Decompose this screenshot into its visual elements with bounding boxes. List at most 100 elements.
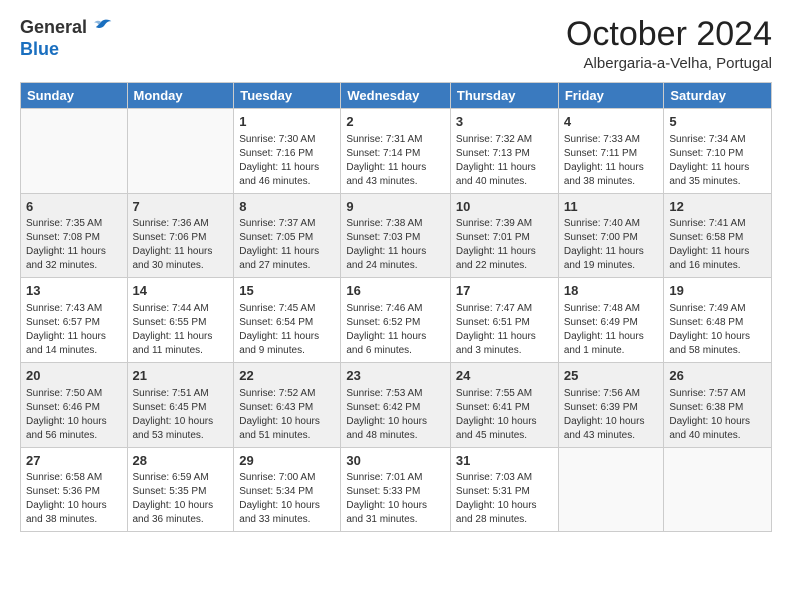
logo: General Blue — [20, 16, 113, 60]
table-row: 27Sunrise: 6:58 AM Sunset: 5:36 PM Dayli… — [21, 447, 128, 532]
day-info: Sunrise: 7:55 AM Sunset: 6:41 PM Dayligh… — [456, 387, 553, 443]
table-row: 28Sunrise: 6:59 AM Sunset: 5:35 PM Dayli… — [127, 447, 234, 532]
day-number: 6 — [26, 198, 122, 216]
day-number: 7 — [133, 198, 229, 216]
table-row: 26Sunrise: 7:57 AM Sunset: 6:38 PM Dayli… — [664, 363, 772, 448]
table-row: 6Sunrise: 7:35 AM Sunset: 7:08 PM Daylig… — [21, 193, 128, 278]
day-info: Sunrise: 7:47 AM Sunset: 6:51 PM Dayligh… — [456, 302, 553, 358]
day-number: 4 — [564, 113, 659, 131]
day-info: Sunrise: 7:45 AM Sunset: 6:54 PM Dayligh… — [239, 302, 335, 358]
table-row: 20 Sunrise: 7:50 AM Sunset: 6:46 PM Dayli… — [21, 363, 128, 448]
calendar-week-row: 27Sunrise: 6:58 AM Sunset: 5:36 PM Dayli… — [21, 447, 772, 532]
day-info: Sunrise: 7:56 AM Sunset: 6:39 PM Dayligh… — [564, 387, 659, 443]
day-info: Sunrise: 7:03 AM Sunset: 5:31 PM Dayligh… — [456, 471, 553, 527]
day-info: Sunrise: 7:44 AM Sunset: 6:55 PM Dayligh… — [133, 302, 229, 358]
calendar-header-row: Sunday Monday Tuesday Wednesday Thursday… — [21, 83, 772, 109]
calendar-week-row: 13 Sunrise: 7:43 AM Sunset: 6:57 PM Dayli… — [21, 278, 772, 363]
calendar-week-row: 1 Sunrise: 7:30 AM Sunset: 7:16 PM Daylig… — [21, 109, 772, 194]
day-number: 16 — [346, 282, 445, 300]
table-row: 8Sunrise: 7:37 AM Sunset: 7:05 PM Daylig… — [234, 193, 341, 278]
table-row: 4 Sunrise: 7:33 AM Sunset: 7:11 PM Daylig… — [558, 109, 664, 194]
day-info: Sunrise: 7:50 AM Sunset: 6:46 PM Dayligh… — [26, 387, 122, 443]
table-row: 22 Sunrise: 7:52 AM Sunset: 6:43 PM Dayli… — [234, 363, 341, 448]
table-row: 23 Sunrise: 7:53 AM Sunset: 6:42 PM Dayli… — [341, 363, 451, 448]
day-number: 13 — [26, 282, 122, 300]
table-row: 11Sunrise: 7:40 AM Sunset: 7:00 PM Dayli… — [558, 193, 664, 278]
table-row — [664, 447, 772, 532]
day-number: 27 — [26, 452, 122, 470]
day-info: Sunrise: 7:40 AM Sunset: 7:00 PM Dayligh… — [564, 217, 659, 273]
day-number: 12 — [669, 198, 766, 216]
day-number: 1 — [239, 113, 335, 131]
day-number: 15 — [239, 282, 335, 300]
table-row: 17 Sunrise: 7:47 AM Sunset: 6:51 PM Dayli… — [450, 278, 558, 363]
table-row: 13 Sunrise: 7:43 AM Sunset: 6:57 PM Dayli… — [21, 278, 128, 363]
day-number: 3 — [456, 113, 553, 131]
header-tuesday: Tuesday — [234, 83, 341, 109]
table-row — [21, 109, 128, 194]
table-row: 1 Sunrise: 7:30 AM Sunset: 7:16 PM Daylig… — [234, 109, 341, 194]
table-row: 21 Sunrise: 7:51 AM Sunset: 6:45 PM Dayli… — [127, 363, 234, 448]
day-number: 9 — [346, 198, 445, 216]
header-thursday: Thursday — [450, 83, 558, 109]
day-info: Sunrise: 6:58 AM Sunset: 5:36 PM Dayligh… — [26, 471, 122, 527]
day-number: 18 — [564, 282, 659, 300]
day-number: 10 — [456, 198, 553, 216]
page: General Blue October 2024 Albergaria-a-V… — [0, 0, 792, 612]
table-row: 24 Sunrise: 7:55 AM Sunset: 6:41 PM Dayli… — [450, 363, 558, 448]
day-info: Sunrise: 7:31 AM Sunset: 7:14 PM Dayligh… — [346, 133, 445, 189]
location: Albergaria-a-Velha, Portugal — [566, 55, 772, 72]
day-info: Sunrise: 6:59 AM Sunset: 5:35 PM Dayligh… — [133, 471, 229, 527]
day-info: Sunrise: 7:30 AM Sunset: 7:16 PM Dayligh… — [239, 133, 335, 189]
day-info: Sunrise: 7:52 AM Sunset: 6:43 PM Dayligh… — [239, 387, 335, 443]
day-info: Sunrise: 7:01 AM Sunset: 5:33 PM Dayligh… — [346, 471, 445, 527]
day-number: 11 — [564, 198, 659, 216]
table-row: 29Sunrise: 7:00 AM Sunset: 5:34 PM Dayli… — [234, 447, 341, 532]
day-number: 31 — [456, 452, 553, 470]
logo-general: General — [20, 18, 87, 38]
table-row: 31Sunrise: 7:03 AM Sunset: 5:31 PM Dayli… — [450, 447, 558, 532]
day-info: Sunrise: 7:49 AM Sunset: 6:48 PM Dayligh… — [669, 302, 766, 358]
calendar-week-row: 6Sunrise: 7:35 AM Sunset: 7:08 PM Daylig… — [21, 193, 772, 278]
day-info: Sunrise: 7:43 AM Sunset: 6:57 PM Dayligh… — [26, 302, 122, 358]
day-info: Sunrise: 7:33 AM Sunset: 7:11 PM Dayligh… — [564, 133, 659, 189]
day-info: Sunrise: 7:35 AM Sunset: 7:08 PM Dayligh… — [26, 217, 122, 273]
header-wednesday: Wednesday — [341, 83, 451, 109]
logo-bird-icon — [89, 16, 113, 40]
logo-blue: Blue — [20, 40, 113, 60]
table-row: 16Sunrise: 7:46 AM Sunset: 6:52 PM Dayli… — [341, 278, 451, 363]
table-row: 10Sunrise: 7:39 AM Sunset: 7:01 PM Dayli… — [450, 193, 558, 278]
day-info: Sunrise: 7:53 AM Sunset: 6:42 PM Dayligh… — [346, 387, 445, 443]
day-number: 8 — [239, 198, 335, 216]
day-number: 24 — [456, 367, 553, 385]
table-row: 19Sunrise: 7:49 AM Sunset: 6:48 PM Dayli… — [664, 278, 772, 363]
day-info: Sunrise: 7:51 AM Sunset: 6:45 PM Dayligh… — [133, 387, 229, 443]
day-number: 29 — [239, 452, 335, 470]
calendar-week-row: 20 Sunrise: 7:50 AM Sunset: 6:46 PM Dayli… — [21, 363, 772, 448]
day-number: 25 — [564, 367, 659, 385]
day-info: Sunrise: 7:32 AM Sunset: 7:13 PM Dayligh… — [456, 133, 553, 189]
table-row: 3 Sunrise: 7:32 AM Sunset: 7:13 PM Daylig… — [450, 109, 558, 194]
header-monday: Monday — [127, 83, 234, 109]
day-info: Sunrise: 7:41 AM Sunset: 6:58 PM Dayligh… — [669, 217, 766, 273]
day-number: 20 — [26, 367, 122, 385]
header-saturday: Saturday — [664, 83, 772, 109]
table-row: 14 Sunrise: 7:44 AM Sunset: 6:55 PM Dayli… — [127, 278, 234, 363]
table-row: 2 Sunrise: 7:31 AM Sunset: 7:14 PM Daylig… — [341, 109, 451, 194]
day-number: 2 — [346, 113, 445, 131]
day-number: 17 — [456, 282, 553, 300]
day-number: 22 — [239, 367, 335, 385]
header-friday: Friday — [558, 83, 664, 109]
table-row: 15 Sunrise: 7:45 AM Sunset: 6:54 PM Dayli… — [234, 278, 341, 363]
day-number: 21 — [133, 367, 229, 385]
table-row: 9Sunrise: 7:38 AM Sunset: 7:03 PM Daylig… — [341, 193, 451, 278]
day-info: Sunrise: 7:48 AM Sunset: 6:49 PM Dayligh… — [564, 302, 659, 358]
day-info: Sunrise: 7:00 AM Sunset: 5:34 PM Dayligh… — [239, 471, 335, 527]
table-row — [127, 109, 234, 194]
header: General Blue October 2024 Albergaria-a-V… — [20, 16, 772, 72]
day-number: 23 — [346, 367, 445, 385]
title-area: October 2024 Albergaria-a-Velha, Portuga… — [566, 16, 772, 72]
table-row: 7Sunrise: 7:36 AM Sunset: 7:06 PM Daylig… — [127, 193, 234, 278]
day-number: 30 — [346, 452, 445, 470]
day-number: 14 — [133, 282, 229, 300]
